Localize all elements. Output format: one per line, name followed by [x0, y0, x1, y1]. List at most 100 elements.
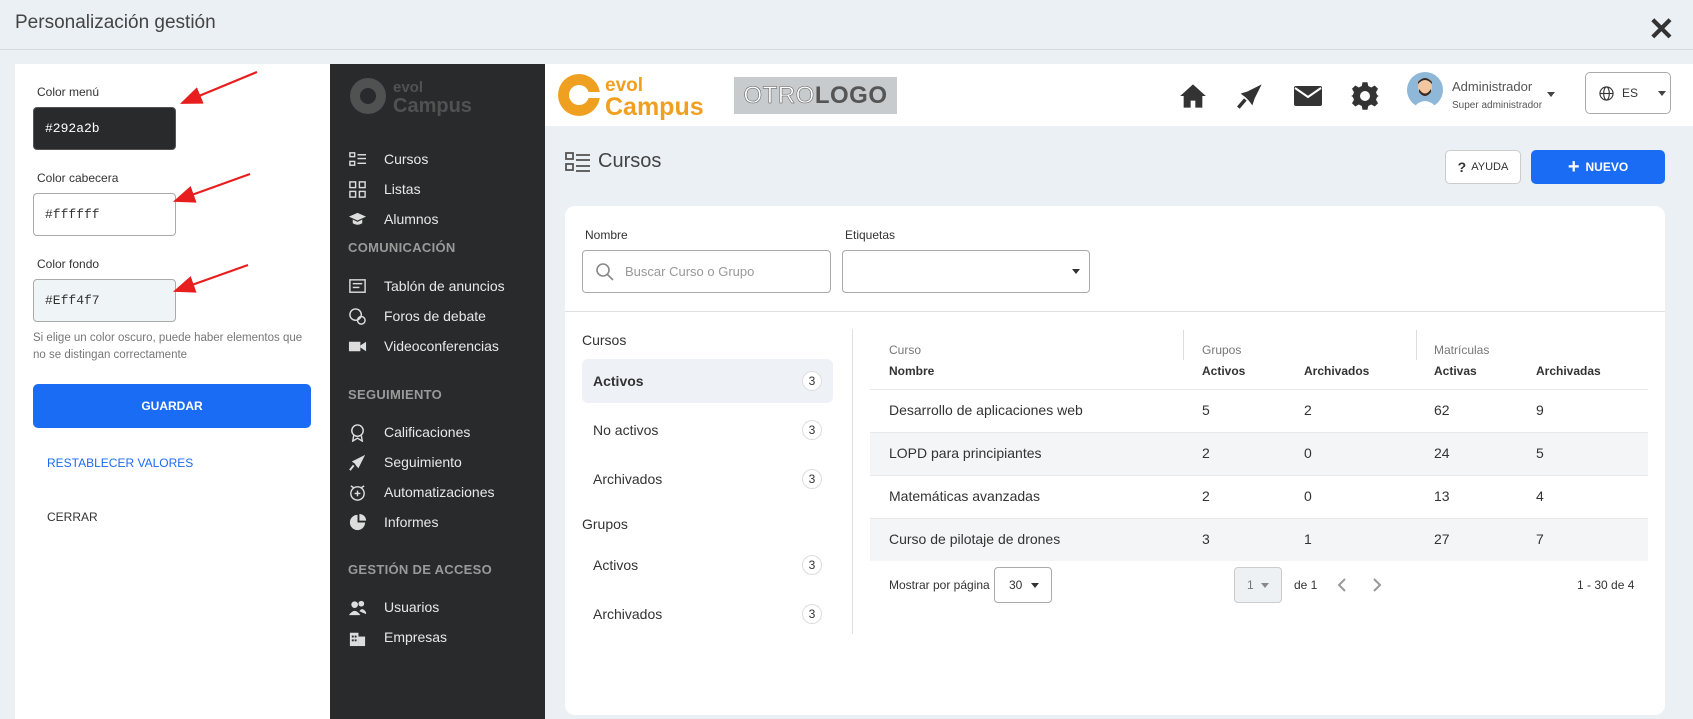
sidebar-item-automatizaciones[interactable]: Automatizaciones — [348, 481, 495, 503]
language-value: ES — [1622, 86, 1639, 100]
cell-groups-archived: 0 — [1304, 445, 1312, 461]
sidebar-menu: evol Campus Cursos Listas Alumnos COMUNI… — [330, 64, 545, 719]
chevron-left-icon[interactable] — [1336, 577, 1348, 593]
rocket-icon[interactable] — [1236, 82, 1264, 110]
mail-icon[interactable] — [1293, 84, 1323, 108]
results-range: 1 - 30 de 4 — [1577, 578, 1635, 592]
gear-icon[interactable] — [1350, 81, 1380, 111]
facet-label: Archivados — [593, 471, 663, 487]
language-selector[interactable]: ES — [1585, 72, 1671, 114]
chevron-down-icon — [1031, 582, 1040, 588]
column-separator — [1183, 330, 1184, 360]
per-page-label: Mostrar por página — [889, 578, 990, 592]
search-input[interactable]: Buscar Curso o Grupo — [582, 250, 831, 293]
close-icon[interactable]: ✕ — [1648, 13, 1675, 45]
close-link[interactable]: CERRAR — [47, 510, 98, 524]
video-icon — [348, 341, 367, 351]
courses-card: Nombre Buscar Curso o Grupo Etiquetas Cu… — [565, 206, 1665, 715]
facet-divider — [852, 329, 853, 634]
sidebar-item-listas[interactable]: Listas — [348, 178, 421, 200]
dark-color-hint: Si elige un color oscuro, puede haber el… — [33, 332, 303, 361]
sidebar-item-cursos[interactable]: Cursos — [348, 148, 428, 170]
cell-enrollments-active: 27 — [1434, 531, 1450, 547]
cell-groups-archived: 1 — [1304, 531, 1312, 547]
per-page-select[interactable]: 30 — [994, 567, 1052, 603]
rocket-icon — [349, 454, 366, 471]
sidebar-item-label: Cursos — [384, 151, 429, 167]
facet-courses-title: Cursos — [582, 332, 627, 348]
arrow-menu — [179, 70, 258, 105]
globe-icon — [1599, 85, 1614, 101]
award-icon — [351, 423, 364, 442]
facet-courses-inactive[interactable]: No activos 3 — [582, 408, 833, 452]
new-button[interactable]: + NUEVO — [1531, 150, 1665, 184]
sidebar-item-label: Tablón de anuncios — [384, 278, 505, 294]
col-header-nombre[interactable]: Nombre — [889, 364, 934, 378]
col-header-matriculas-archivadas[interactable]: Archivadas — [1536, 364, 1601, 378]
facet-count: 3 — [802, 604, 822, 624]
facet-count: 3 — [802, 420, 822, 440]
group-header-curso: Curso — [889, 343, 922, 357]
sidebar-item-seguimiento[interactable]: Seguimiento — [348, 451, 462, 473]
sidebar-item-videoconferencias[interactable]: Videoconferencias — [348, 335, 499, 357]
plus-icon: + — [1567, 156, 1580, 178]
new-label: NUEVO — [1585, 160, 1629, 174]
save-button[interactable]: GUARDAR — [33, 384, 311, 428]
home-icon[interactable] — [1179, 82, 1207, 110]
top-header: evol Campus OTRO LOGO Administrador Super… — [545, 64, 1693, 126]
cell-course-name: LOPD para principiantes — [889, 445, 1042, 461]
group-header-grupos: Grupos — [1202, 343, 1242, 357]
section-gestion-acceso: GESTIÓN DE ACCESO — [348, 562, 493, 577]
forum-icon — [349, 307, 366, 325]
col-header-grupos-archivados[interactable]: Archivados — [1304, 364, 1369, 378]
table-row[interactable]: Matemáticas avanzadas 2 0 13 4 — [870, 475, 1648, 518]
facet-label: Activos — [593, 557, 639, 573]
page-select[interactable]: 1 — [1234, 567, 1282, 603]
facet-count: 3 — [802, 469, 822, 489]
sidebar-item-foros[interactable]: Foros de debate — [348, 305, 486, 327]
sidebar-item-usuarios[interactable]: Usuarios — [348, 596, 439, 618]
facet-groups-title: Grupos — [582, 516, 628, 532]
facet-groups-active[interactable]: Activos 3 — [582, 543, 833, 587]
avatar[interactable] — [1407, 72, 1443, 108]
sidebar-item-alumnos[interactable]: Alumnos — [348, 208, 438, 230]
section-comunicacion: COMUNICACIÓN — [348, 240, 456, 255]
tags-select[interactable] — [842, 250, 1090, 293]
chevron-right-icon[interactable] — [1371, 577, 1383, 593]
per-page-value: 30 — [1009, 578, 1023, 592]
help-label: AYUDA — [1471, 161, 1509, 173]
sidebar-item-tablon[interactable]: Tablón de anuncios — [348, 275, 505, 297]
cell-enrollments-archived: 5 — [1536, 445, 1544, 461]
help-button[interactable]: ? AYUDA — [1445, 150, 1521, 184]
sidebar-item-calificaciones[interactable]: Calificaciones — [348, 421, 470, 443]
cell-enrollments-active: 24 — [1434, 445, 1450, 461]
col-header-grupos-activos[interactable]: Activos — [1202, 364, 1245, 378]
facet-label: Archivados — [593, 606, 663, 622]
table-row[interactable]: Desarrollo de aplicaciones web 5 2 62 9 — [870, 389, 1648, 432]
sidebar-item-label: Usuarios — [384, 599, 440, 615]
user-dropdown-caret[interactable] — [1547, 92, 1555, 97]
sidebar-item-label: Foros de debate — [384, 308, 486, 324]
group-header-matriculas: Matrículas — [1434, 343, 1490, 357]
cell-enrollments-active: 13 — [1434, 488, 1450, 504]
user-role: Super administrador — [1452, 100, 1543, 111]
facet-courses-archived[interactable]: Archivados 3 — [582, 457, 833, 501]
svg-text:Campus: Campus — [605, 93, 704, 120]
sidebar-item-label: Listas — [384, 181, 421, 197]
svg-text:Campus: Campus — [393, 95, 472, 117]
sidebar-item-informes[interactable]: Informes — [348, 511, 438, 533]
col-header-matriculas-activas[interactable]: Activas — [1434, 364, 1477, 378]
table-row[interactable]: Curso de pilotaje de drones 3 1 27 7 — [870, 518, 1648, 561]
sidebar-item-label: Automatizaciones — [384, 484, 495, 500]
users-icon — [348, 600, 367, 615]
sidebar-item-empresas[interactable]: Empresas — [348, 626, 447, 648]
grid-icon — [349, 180, 366, 198]
table-row[interactable]: LOPD para principiantes 2 0 24 5 — [870, 432, 1648, 475]
annotation-arrows — [172, 70, 258, 293]
facet-groups-archived[interactable]: Archivados 3 — [582, 592, 833, 636]
reset-link[interactable]: RESTABLECER VALORES — [47, 456, 193, 470]
facet-courses-active[interactable]: Activos 3 — [582, 359, 833, 403]
pie-chart-icon — [349, 513, 367, 530]
cell-groups-archived: 2 — [1304, 402, 1312, 418]
cell-groups-active: 2 — [1202, 488, 1210, 504]
